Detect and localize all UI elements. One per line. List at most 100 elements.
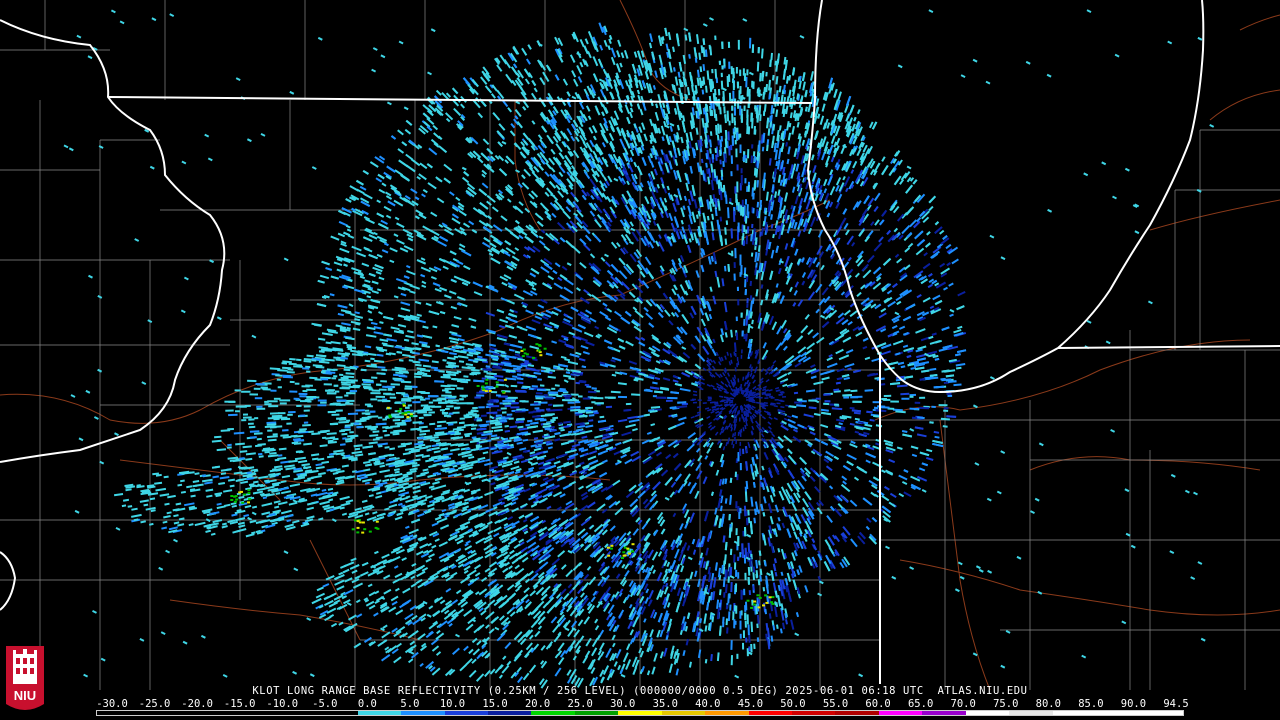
echo-streak xyxy=(808,406,817,410)
echo-streak xyxy=(416,313,422,317)
echo-streak xyxy=(470,325,477,329)
echo-streak xyxy=(760,299,764,306)
echo-streak xyxy=(931,332,937,336)
echo-streak xyxy=(954,353,961,357)
echo-streak xyxy=(788,74,792,81)
echo-streak xyxy=(379,321,384,324)
echo-streak xyxy=(843,376,850,381)
echo-streak xyxy=(355,453,364,457)
echo-streak xyxy=(375,436,383,440)
echo-streak xyxy=(849,422,855,426)
echo-streak xyxy=(532,358,538,362)
echo-streak xyxy=(758,550,762,556)
echo-streak xyxy=(488,343,497,347)
echo-streak xyxy=(745,461,749,471)
echo-streak xyxy=(702,561,707,569)
echo-streak xyxy=(560,428,565,432)
echo-streak xyxy=(377,288,382,292)
echo-streak xyxy=(339,326,346,329)
echo-streak xyxy=(554,438,561,442)
echo-streak xyxy=(727,207,730,219)
echo-streak xyxy=(727,264,730,272)
echo-streak xyxy=(367,352,377,356)
echo-streak xyxy=(948,358,957,363)
echo-streak xyxy=(432,325,438,329)
echo-streak xyxy=(463,375,469,378)
echo-streak xyxy=(775,76,779,85)
echo-streak xyxy=(446,421,458,425)
echo-streak xyxy=(619,62,623,68)
echo-streak xyxy=(904,375,914,379)
echo-streak xyxy=(839,416,847,420)
echo-streak xyxy=(709,286,713,292)
echo-streak xyxy=(650,423,656,427)
echo-streak xyxy=(699,145,703,153)
echo-streak xyxy=(366,295,372,299)
echo-streak xyxy=(529,451,536,455)
echo-streak xyxy=(315,354,327,358)
echo-streak xyxy=(593,411,599,415)
echo-streak xyxy=(660,387,670,391)
echo-streak xyxy=(579,380,587,383)
echo-streak xyxy=(756,201,760,208)
echo-streak xyxy=(773,558,777,564)
echo-streak xyxy=(411,342,419,346)
echo-streak xyxy=(765,226,769,233)
echo-streak xyxy=(897,361,905,366)
echo-streak xyxy=(573,372,583,376)
echo-streak xyxy=(760,227,764,236)
echo-streak xyxy=(723,554,727,565)
echo-streak xyxy=(652,85,656,90)
echo-streak xyxy=(727,611,731,622)
echo-streak xyxy=(784,59,788,71)
echo-streak xyxy=(774,571,778,577)
echo-streak xyxy=(783,205,786,211)
echo-streak xyxy=(708,157,712,165)
echo-streak xyxy=(338,420,349,424)
echo-streak xyxy=(756,252,760,262)
echo-streak xyxy=(564,358,571,362)
echo-streak xyxy=(844,389,851,392)
echo-streak xyxy=(700,248,704,254)
echo-streak xyxy=(941,369,950,373)
echo-streak xyxy=(393,330,400,334)
echo-streak xyxy=(892,408,903,412)
echo-streak xyxy=(790,204,794,210)
echo-streak xyxy=(932,354,939,359)
echo-streak xyxy=(648,42,653,49)
echo-streak xyxy=(333,356,341,360)
echo-streak xyxy=(456,302,462,306)
echo-streak xyxy=(773,168,777,178)
echo-streak xyxy=(749,311,753,319)
echo-streak xyxy=(777,516,781,522)
echo-streak xyxy=(631,393,641,396)
echo-streak xyxy=(754,508,757,516)
echo-streak xyxy=(694,57,698,63)
echo-streak xyxy=(777,548,781,553)
echo-streak xyxy=(516,369,522,373)
echo-streak xyxy=(724,332,728,338)
echo-streak xyxy=(714,507,718,515)
echo-streak xyxy=(653,408,662,412)
echo-streak xyxy=(929,421,934,424)
echo-streak xyxy=(684,78,688,87)
echo-streak xyxy=(768,241,772,250)
echo-streak xyxy=(759,481,763,488)
echo-streak xyxy=(947,380,957,383)
echo-streak xyxy=(913,361,920,365)
echo-streak xyxy=(813,412,821,417)
echo-streak xyxy=(354,318,361,322)
echo-streak xyxy=(776,59,779,65)
echo-streak xyxy=(745,315,749,326)
echo-streak xyxy=(724,478,728,485)
echo-streak xyxy=(763,87,766,95)
echo-streak xyxy=(339,329,347,333)
echo-streak xyxy=(702,47,706,58)
echo-streak xyxy=(755,289,759,297)
echo-streak xyxy=(895,410,906,414)
echo-streak xyxy=(459,421,465,425)
echo-streak xyxy=(804,106,808,112)
echo-streak xyxy=(833,390,841,393)
echo-streak xyxy=(375,422,387,426)
echo-streak xyxy=(686,86,691,96)
